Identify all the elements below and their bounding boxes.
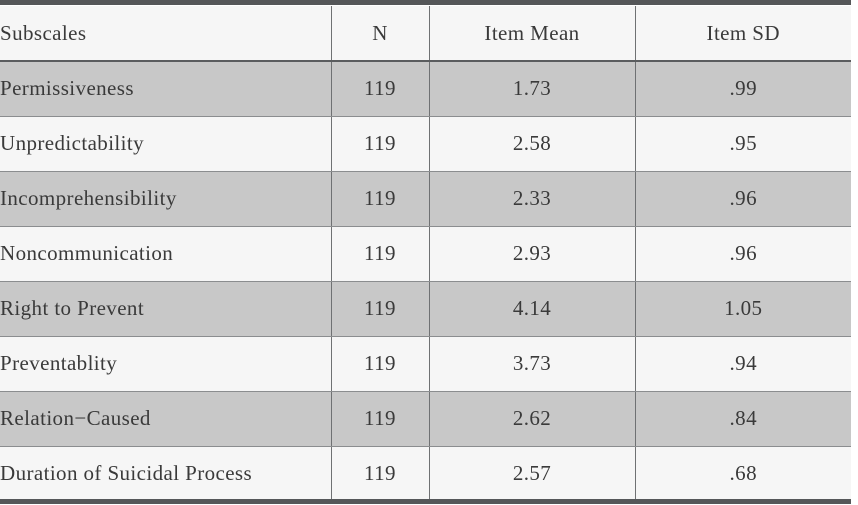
cell-n: 119: [331, 336, 430, 392]
cell-item-mean: 2.93: [429, 226, 636, 282]
cell-n: 119: [331, 226, 430, 282]
column-header-n: N: [331, 6, 430, 62]
cell-n: 119: [331, 116, 430, 172]
cell-item-sd: .95: [635, 116, 851, 172]
cell-item-sd: .84: [635, 391, 851, 447]
table-row: Incomprehensibility 119 2.33 .96: [0, 171, 851, 227]
cell-item-mean: 2.33: [429, 171, 636, 227]
table-row: Preventablity 119 3.73 .94: [0, 336, 851, 392]
cell-n: 119: [331, 446, 430, 501]
table-row: Duration of Suicidal Process 119 2.57 .6…: [0, 446, 851, 501]
cell-item-mean: 4.14: [429, 281, 636, 337]
cell-item-sd: .99: [635, 61, 851, 117]
cell-n: 119: [331, 171, 430, 227]
table-row: Noncommunication 119 2.93 .96: [0, 226, 851, 282]
column-header-item-mean: Item Mean: [429, 6, 636, 62]
column-header-item-sd: Item SD: [635, 6, 851, 62]
cell-item-sd: .96: [635, 226, 851, 282]
cell-item-sd: .96: [635, 171, 851, 227]
cell-item-mean: 1.73: [429, 61, 636, 117]
cell-item-sd: .94: [635, 336, 851, 392]
cell-subscale: Preventablity: [0, 336, 332, 392]
table-body: Permissiveness 119 1.73 .99 Unpredictabi…: [0, 61, 851, 501]
cell-item-sd: 1.05: [635, 281, 851, 337]
cell-subscale: Permissiveness: [0, 61, 332, 117]
table-row: Right to Prevent 119 4.14 1.05: [0, 281, 851, 337]
cell-n: 119: [331, 391, 430, 447]
table-top-rule: [0, 0, 851, 5]
column-header-subscales: Subscales: [0, 6, 332, 62]
table-header-row: Subscales N Item Mean Item SD: [0, 6, 851, 62]
cell-item-mean: 2.58: [429, 116, 636, 172]
cell-subscale: Duration of Suicidal Process: [0, 446, 332, 501]
cell-n: 119: [331, 281, 430, 337]
cell-subscale: Incomprehensibility: [0, 171, 332, 227]
cell-subscale: Relation−Caused: [0, 391, 332, 447]
cell-subscale: Unpredictability: [0, 116, 332, 172]
cell-item-mean: 3.73: [429, 336, 636, 392]
cell-item-mean: 2.62: [429, 391, 636, 447]
cell-item-mean: 2.57: [429, 446, 636, 501]
table-row: Permissiveness 119 1.73 .99: [0, 61, 851, 117]
cell-n: 119: [331, 61, 430, 117]
table-bottom-rule: [0, 499, 851, 504]
statistics-table: Subscales N Item Mean Item SD Permissive…: [0, 6, 851, 501]
cell-subscale: Right to Prevent: [0, 281, 332, 337]
table-row: Relation−Caused 119 2.62 .84: [0, 391, 851, 447]
cell-subscale: Noncommunication: [0, 226, 332, 282]
table-row: Unpredictability 119 2.58 .95: [0, 116, 851, 172]
cell-item-sd: .68: [635, 446, 851, 501]
statistics-table-container: Subscales N Item Mean Item SD Permissive…: [0, 0, 858, 505]
table-header: Subscales N Item Mean Item SD: [0, 6, 851, 62]
